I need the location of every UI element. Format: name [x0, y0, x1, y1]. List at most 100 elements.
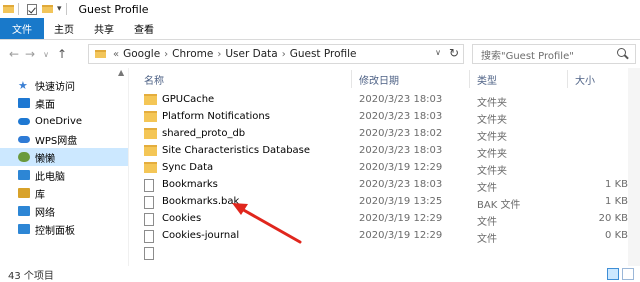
sidebar-item-label: 桌面	[35, 99, 55, 111]
column-divider[interactable]	[469, 70, 470, 88]
file-icon	[144, 179, 154, 192]
folder-icon	[144, 94, 157, 105]
cloud-icon	[18, 135, 30, 143]
column-divider[interactable]	[567, 70, 568, 88]
table-row[interactable]: Bookmarks.bak 2020/3/19 13:25 BAK 文件 1 K…	[138, 194, 634, 211]
sidebar-item-this-pc[interactable]: 此电脑	[0, 166, 128, 184]
search-icon	[615, 46, 631, 62]
file-list: 名称 修改日期 类型 大小 GPUCache 2020/3/23 18:03 文…	[138, 68, 634, 266]
sidebar-item-wps-drive[interactable]: WPS网盘	[0, 130, 128, 148]
sidebar-item-label: 快速访问	[35, 81, 75, 93]
file-type: 文件	[477, 183, 497, 194]
sidebar-item-network[interactable]: 网络	[0, 202, 128, 220]
divider	[65, 3, 67, 15]
customize-dropdown-icon[interactable]: ▾	[57, 4, 62, 14]
network-icon	[18, 206, 30, 216]
column-header-date[interactable]: 修改日期	[359, 72, 399, 87]
search-input[interactable]: 搜索"Guest Profile"	[473, 47, 615, 62]
navigation-pane: ▲ ★ 快速访问 桌面 OneDrive WPS网盘 懒懒 此电脑 库 网络 控…	[0, 68, 128, 266]
sidebar-item-libraries[interactable]: 库	[0, 184, 128, 202]
sidebar-item-label: 网络	[35, 207, 55, 219]
table-row[interactable]: Bookmarks 2020/3/23 18:03 文件 1 KB	[138, 177, 634, 194]
column-divider[interactable]	[351, 70, 352, 88]
file-type: 文件夹	[477, 166, 507, 177]
folder-icon	[3, 5, 14, 13]
window-title: Guest Profile	[78, 2, 149, 16]
column-header-size[interactable]: 大小	[575, 72, 595, 87]
tab-file[interactable]: 文件	[0, 18, 44, 39]
recent-locations-icon[interactable]: ∨	[38, 50, 54, 59]
forward-arrow-icon[interactable]: →	[22, 47, 38, 61]
folder-icon	[144, 128, 157, 139]
tab-home[interactable]: 主页	[44, 18, 84, 39]
file-size: 1 KB	[605, 196, 628, 207]
table-row[interactable]: Cookies 2020/3/19 12:29 文件 20 KB	[138, 211, 634, 228]
details-view-icon[interactable]	[607, 268, 619, 280]
folder-icon	[95, 50, 106, 58]
breadcrumb-guest-profile[interactable]: Guest Profile	[287, 48, 360, 60]
table-row[interactable]: shared_proto_db 2020/3/23 18:02 文件夹	[138, 126, 634, 143]
computer-icon	[18, 170, 30, 180]
sidebar-item-label: OneDrive	[35, 115, 83, 127]
up-arrow-icon[interactable]: ↑	[54, 47, 70, 61]
annotation-arrow-shaft	[238, 206, 302, 244]
status-bar: 43 个项目	[0, 266, 640, 282]
table-row[interactable]: Cookies-journal 2020/3/19 12:29 文件 0 KB	[138, 228, 634, 245]
file-type: BAK 文件	[477, 200, 521, 211]
file-type: 文件	[477, 217, 497, 228]
file-date: 2020/3/19 12:29	[359, 162, 443, 173]
file-date: 2020/3/23 18:03	[359, 145, 443, 156]
file-type: 文件夹	[477, 115, 507, 126]
search-box[interactable]: 搜索"Guest Profile"	[472, 44, 636, 64]
library-icon	[18, 188, 30, 198]
file-name: GPUCache	[162, 94, 215, 105]
annotation-arrow-icon	[232, 203, 302, 244]
address-bar[interactable]: « Google › Chrome › User Data › Guest Pr…	[88, 44, 464, 64]
table-row[interactable]: Platform Notifications 2020/3/23 18:03 文…	[138, 109, 634, 126]
vertical-scrollbar[interactable]	[628, 68, 640, 266]
sidebar-item-desktop[interactable]: 桌面	[0, 94, 128, 112]
file-name: Sync Data	[162, 162, 214, 173]
folder-icon	[144, 111, 157, 122]
sidebar-item-control-panel[interactable]: 控制面板	[0, 220, 128, 238]
properties-icon[interactable]	[27, 3, 37, 15]
large-icons-view-icon[interactable]	[622, 268, 634, 280]
table-row[interactable]: Site Characteristics Database 2020/3/23 …	[138, 143, 634, 160]
file-name: Cookies	[162, 213, 202, 224]
breadcrumb-chrome[interactable]: Chrome	[169, 48, 216, 60]
ribbon-tabs: 文件 主页 共享 查看	[0, 18, 640, 40]
breadcrumb-overflow[interactable]: «	[112, 49, 120, 60]
table-row[interactable]	[138, 245, 634, 262]
table-row[interactable]: Sync Data 2020/3/19 12:29 文件夹	[138, 160, 634, 177]
control-panel-icon	[18, 224, 30, 234]
annotation-arrow-head	[232, 203, 248, 215]
new-folder-icon[interactable]	[42, 5, 53, 13]
navigation-bar: ← → ∨ ↑ « Google › Chrome › User Data › …	[0, 40, 640, 68]
sidebar-item-quick-access[interactable]: ★ 快速访问	[0, 76, 128, 94]
folder-icon	[144, 162, 157, 173]
file-type: 文件夹	[477, 132, 507, 143]
quick-access-toolbar: ▾	[0, 0, 71, 18]
pane-divider[interactable]	[128, 68, 129, 266]
file-date: 2020/3/23 18:03	[359, 94, 443, 105]
column-header-type[interactable]: 类型	[477, 72, 497, 87]
file-type: 文件夹	[477, 98, 507, 109]
refresh-icon[interactable]: ↻	[449, 46, 459, 60]
address-dropdown-icon[interactable]: ∨	[435, 48, 441, 57]
column-header-name[interactable]: 名称	[144, 72, 164, 87]
file-date: 2020/3/19 12:29	[359, 213, 443, 224]
sidebar-item-label: 库	[35, 189, 45, 201]
tab-share[interactable]: 共享	[84, 18, 124, 39]
title-bar: ▾ Guest Profile	[0, 0, 640, 18]
table-row[interactable]: GPUCache 2020/3/23 18:03 文件夹	[138, 92, 634, 109]
back-arrow-icon[interactable]: ←	[6, 47, 22, 61]
file-size: 20 KB	[598, 213, 628, 224]
sidebar-item-label: 控制面板	[35, 225, 75, 237]
tab-view[interactable]: 查看	[124, 18, 164, 39]
user-icon	[18, 152, 30, 162]
breadcrumb-user-data[interactable]: User Data	[222, 48, 280, 60]
sidebar-item-onedrive[interactable]: OneDrive	[0, 112, 128, 130]
breadcrumb-google[interactable]: Google	[120, 48, 163, 60]
sidebar-item-user[interactable]: 懒懒	[0, 148, 128, 166]
sidebar-item-label: 此电脑	[35, 171, 65, 183]
